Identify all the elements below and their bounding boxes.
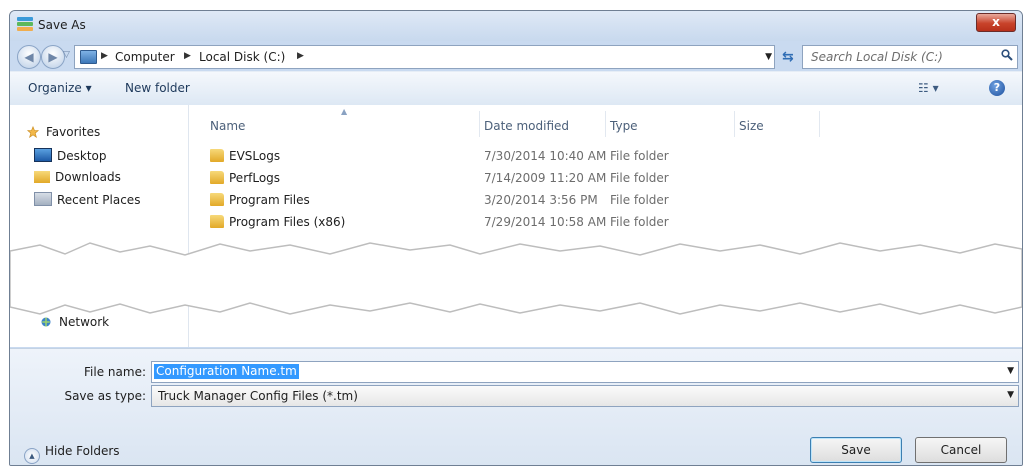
sidebar-item-downloads[interactable]: Downloads (34, 170, 121, 184)
recent-places-icon (34, 192, 52, 206)
title-bar: Save As x (10, 11, 1022, 41)
file-type: File folder (610, 193, 669, 207)
file-name: PerfLogs (229, 171, 281, 185)
column-divider[interactable] (819, 111, 820, 137)
app-icon (17, 17, 33, 31)
history-dropdown-icon[interactable]: ▽ (63, 50, 70, 60)
column-header-name[interactable]: Name (210, 119, 245, 133)
file-name-input[interactable]: Configuration Name.tm ▼ (151, 361, 1019, 383)
file-date: 7/29/2014 10:58 AM (484, 215, 607, 229)
folder-icon (210, 193, 224, 206)
save-button[interactable]: Save (810, 437, 902, 463)
file-date: 3/20/2014 3:56 PM (484, 193, 598, 207)
breadcrumb-local-disk[interactable]: Local Disk (C:) (199, 50, 285, 64)
file-type: File folder (610, 215, 669, 229)
cancel-button[interactable]: Cancel (915, 437, 1007, 463)
close-button[interactable]: x (976, 13, 1016, 32)
save-type-value: Truck Manager Config Files (*.tm) (158, 389, 358, 403)
views-icon[interactable]: ☷ ▾ (918, 81, 939, 95)
window-title: Save As (38, 18, 86, 32)
sidebar-item-label: Downloads (55, 170, 121, 184)
file-date: 7/30/2014 10:40 AM (484, 149, 607, 163)
breadcrumb-separator-icon[interactable]: ▶ (297, 51, 304, 61)
back-button[interactable]: ◀ (17, 45, 41, 69)
column-divider[interactable] (734, 111, 735, 137)
file-type: File folder (610, 149, 669, 163)
table-row[interactable]: PerfLogs 7/14/2009 11:20 AM File folder (189, 167, 1022, 189)
table-row[interactable]: Program Files (x86) 7/29/2014 10:58 AM F… (189, 211, 1022, 233)
search-input[interactable]: Search Local Disk (C:) (802, 45, 1018, 69)
search-placeholder: Search Local Disk (C:) (811, 50, 943, 64)
sort-ascending-icon: ▲ (341, 107, 348, 116)
save-type-label: Save as type: (64, 389, 146, 403)
sidebar-item-label: Recent Places (57, 193, 141, 207)
column-divider[interactable] (479, 111, 480, 137)
file-name-label: File name: (84, 365, 146, 379)
torn-edge-divider (10, 242, 1022, 315)
folder-icon (210, 215, 224, 228)
column-header-type[interactable]: Type (610, 119, 638, 133)
file-name: Program Files (x86) (229, 215, 346, 229)
column-header-size[interactable]: Size (739, 119, 764, 133)
sidebar-item-label: Favorites (46, 125, 101, 139)
file-name-dropdown-icon[interactable]: ▼ (1007, 366, 1014, 376)
command-bar: Organize ▾ New folder ☷ ▾ ? (10, 71, 1022, 106)
new-folder-button[interactable]: New folder (125, 81, 190, 95)
downloads-icon (34, 171, 50, 183)
save-as-dialog: Save As x ◀ ▶ ▽ ▶ Computer ▶ Local Disk … (9, 10, 1023, 466)
collapse-icon: ▲ (24, 448, 40, 464)
sidebar-item-favorites[interactable]: Favorites (25, 125, 100, 139)
desktop-icon (34, 148, 52, 162)
content-area: Favorites Desktop Downloads Recent Place… (10, 105, 1022, 347)
file-name: EVSLogs (229, 149, 281, 163)
search-icon[interactable] (1001, 49, 1013, 61)
address-dropdown-icon[interactable]: ▼ (765, 52, 772, 62)
save-options-panel: File name: Configuration Name.tm ▼ Save … (10, 348, 1022, 465)
hide-folders-button[interactable]: ▲ Hide Folders (24, 444, 120, 464)
column-divider[interactable] (605, 111, 606, 137)
file-date: 7/14/2009 11:20 AM (484, 171, 607, 185)
folder-icon (210, 149, 224, 162)
hide-folders-label: Hide Folders (45, 444, 120, 458)
forward-button[interactable]: ▶ (41, 45, 65, 69)
computer-icon (80, 50, 97, 64)
organize-menu[interactable]: Organize ▾ (28, 81, 92, 95)
table-row[interactable]: Program Files 3/20/2014 3:56 PM File fol… (189, 189, 1022, 211)
breadcrumb-separator-icon[interactable]: ▶ (101, 51, 108, 61)
refresh-icon[interactable]: ⇆ (782, 49, 794, 65)
help-icon[interactable]: ? (989, 80, 1005, 96)
star-icon (26, 126, 40, 138)
sidebar-item-recent-places[interactable]: Recent Places (34, 192, 140, 207)
navigation-bar: ◀ ▶ ▽ ▶ Computer ▶ Local Disk (C:) ▶ ▼ ⇆… (10, 41, 1022, 71)
save-type-select[interactable]: Truck Manager Config Files (*.tm) ▼ (151, 385, 1019, 407)
breadcrumb-computer[interactable]: Computer (115, 50, 175, 64)
breadcrumb-separator-icon[interactable]: ▶ (184, 51, 191, 61)
sidebar-item-label: Desktop (57, 149, 107, 163)
folder-icon (210, 171, 224, 184)
file-type: File folder (610, 171, 669, 185)
column-header-date[interactable]: Date modified (484, 119, 569, 133)
save-type-dropdown-icon[interactable]: ▼ (1007, 390, 1014, 400)
file-name-value: Configuration Name.tm (154, 364, 299, 379)
table-row[interactable]: EVSLogs 7/30/2014 10:40 AM File folder (189, 145, 1022, 167)
file-name: Program Files (229, 193, 310, 207)
address-bar[interactable]: ▶ Computer ▶ Local Disk (C:) ▶ ▼ (74, 45, 775, 69)
sidebar-item-desktop[interactable]: Desktop (34, 148, 107, 163)
